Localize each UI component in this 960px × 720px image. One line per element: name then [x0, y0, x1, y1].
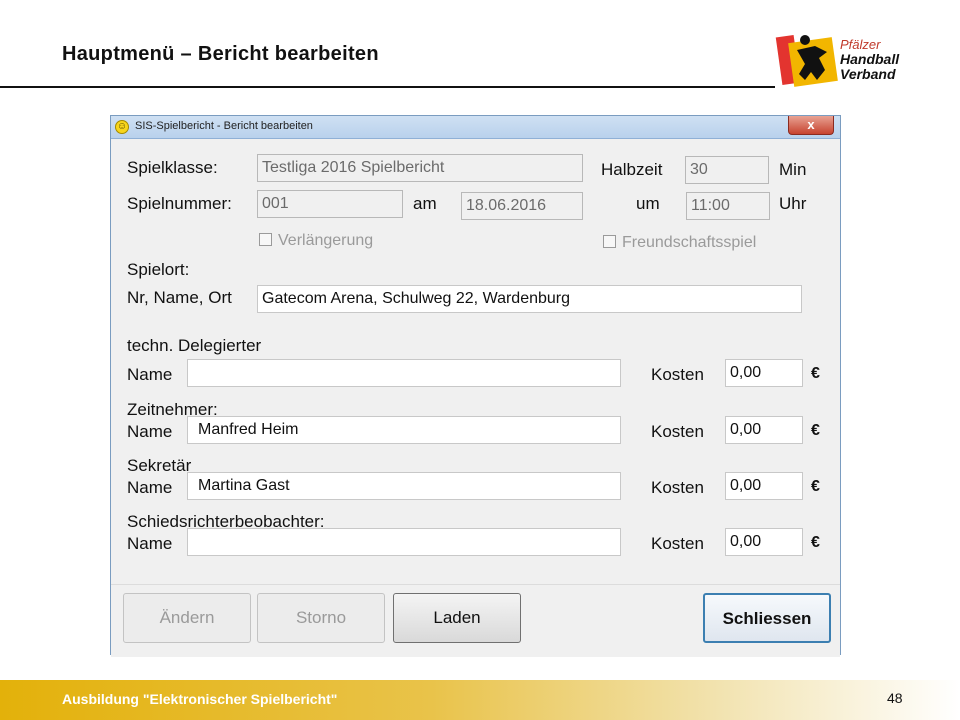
zeitnehmer-kosten-label: Kosten	[651, 422, 704, 441]
sekretaer-heading: Sekretär	[127, 456, 192, 475]
sekretaer-kosten-label: Kosten	[651, 478, 704, 497]
checkbox-box-icon	[259, 233, 272, 246]
zeitnehmer-name-label: Name	[127, 422, 173, 441]
delegierter-kosten-label: Kosten	[651, 365, 704, 384]
logo-text-verband: Verband	[840, 66, 896, 82]
delegierter-kosten-field[interactable]: 0,00	[725, 359, 803, 387]
window-titlebar[interactable]: ☺ SIS-Spielbericht - Bericht bearbeiten …	[111, 116, 840, 139]
laden-button[interactable]: Laden	[393, 593, 521, 643]
halbzeit-field[interactable]: 30	[685, 156, 769, 184]
spielklasse-label: Spielklasse:	[127, 158, 218, 177]
verlaengerung-checkbox[interactable]: Verlängerung	[259, 232, 373, 250]
euro-icon: €	[811, 422, 820, 439]
footer-text: Ausbildung "Elektronischer Spielbericht"	[62, 691, 338, 707]
sekretaer-kosten-field[interactable]: 0,00	[725, 472, 803, 500]
spielbericht-dialog: ☺ SIS-Spielbericht - Bericht bearbeiten …	[110, 115, 841, 657]
spielnummer-field[interactable]: 001	[257, 190, 403, 218]
ort-label: Nr, Name, Ort	[127, 288, 232, 307]
spielort-field[interactable]: Gatecom Arena, Schulweg 22, Wardenburg	[257, 285, 802, 313]
uhr-label: Uhr	[779, 194, 807, 213]
aendern-button[interactable]: Ändern	[123, 593, 251, 643]
spielnummer-label: Spielnummer:	[127, 194, 232, 213]
window-title: SIS-Spielbericht - Bericht bearbeiten	[135, 120, 313, 132]
beobachter-kosten-field[interactable]: 0,00	[725, 528, 803, 556]
delegierter-heading: techn. Delegierter	[127, 336, 262, 355]
close-button[interactable]: x	[788, 116, 834, 135]
slide-title: Hauptmenü – Bericht bearbeiten	[62, 43, 379, 65]
checkbox-box-icon	[603, 235, 616, 248]
spielklasse-field[interactable]: Testliga 2016 Spielbericht	[257, 154, 583, 182]
euro-icon: €	[811, 365, 820, 382]
freundschaftsspiel-label: Freundschaftsspiel	[622, 234, 757, 251]
zeitnehmer-kosten-field[interactable]: 0,00	[725, 416, 803, 444]
euro-icon: €	[811, 478, 820, 495]
logo-text-pfaelzer: Pfälzer	[840, 37, 881, 52]
delegierter-name-label: Name	[127, 365, 173, 384]
sekretaer-name-field[interactable]: Martina Gast	[187, 472, 621, 500]
spielort-label: Spielort:	[127, 260, 190, 279]
euro-icon: €	[811, 534, 820, 551]
title-divider	[0, 86, 775, 88]
am-label: am	[413, 194, 437, 213]
datum-field[interactable]: 18.06.2016	[461, 192, 583, 220]
delegierter-name-field[interactable]	[187, 359, 621, 387]
sekretaer-name-label: Name	[127, 478, 173, 497]
smiley-icon: ☺	[115, 120, 129, 134]
um-label: um	[636, 194, 660, 213]
verlaengerung-label: Verlängerung	[278, 232, 374, 249]
schliessen-button[interactable]: Schliessen	[703, 593, 831, 643]
zeitnehmer-name-field[interactable]: Manfred Heim	[187, 416, 621, 444]
beobachter-name-field[interactable]	[187, 528, 621, 556]
freundschaftsspiel-checkbox[interactable]: Freundschaftsspiel	[603, 234, 756, 252]
uhrzeit-field[interactable]: 11:00	[686, 192, 770, 220]
logo-text-handball: Handball	[840, 51, 900, 67]
beobachter-name-label: Name	[127, 534, 173, 553]
halbzeit-label: Halbzeit	[601, 160, 663, 179]
beobachter-kosten-label: Kosten	[651, 534, 704, 553]
storno-button[interactable]: Storno	[257, 593, 385, 643]
page-number: 48	[887, 690, 903, 706]
halbzeit-unit-label: Min	[779, 160, 807, 179]
